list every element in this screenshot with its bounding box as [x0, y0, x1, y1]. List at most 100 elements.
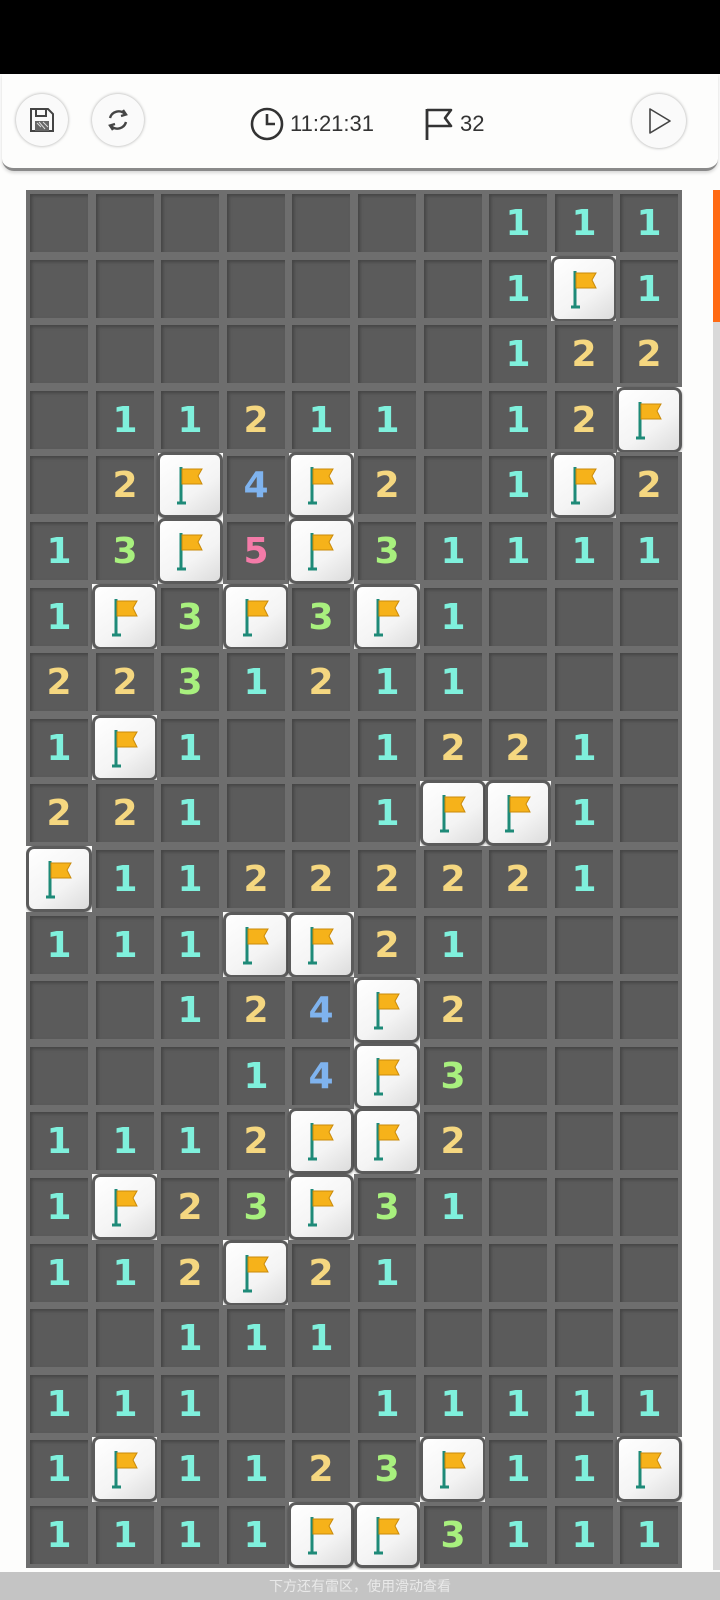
number-cell[interactable]: 3	[157, 584, 223, 650]
number-cell[interactable]: 2	[420, 977, 486, 1043]
empty-cell[interactable]	[616, 584, 682, 650]
flagged-cell[interactable]	[157, 452, 223, 518]
number-cell[interactable]: 2	[26, 649, 92, 715]
number-cell[interactable]: 1	[92, 1502, 158, 1568]
empty-cell[interactable]	[354, 256, 420, 322]
flagged-cell[interactable]	[223, 912, 289, 978]
empty-cell[interactable]	[616, 1174, 682, 1240]
number-cell[interactable]: 3	[157, 649, 223, 715]
empty-cell[interactable]	[26, 1043, 92, 1109]
flagged-cell[interactable]	[288, 1502, 354, 1568]
empty-cell[interactable]	[26, 190, 92, 256]
empty-cell[interactable]	[551, 912, 617, 978]
number-cell[interactable]: 1	[157, 387, 223, 453]
number-cell[interactable]: 1	[551, 518, 617, 584]
empty-cell[interactable]	[616, 1043, 682, 1109]
empty-cell[interactable]	[26, 387, 92, 453]
empty-cell[interactable]	[223, 321, 289, 387]
empty-cell[interactable]	[551, 1305, 617, 1371]
number-cell[interactable]: 1	[551, 190, 617, 256]
number-cell[interactable]: 3	[223, 1174, 289, 1240]
number-cell[interactable]: 1	[92, 1108, 158, 1174]
flagged-cell[interactable]	[288, 1108, 354, 1174]
number-cell[interactable]: 1	[157, 846, 223, 912]
empty-cell[interactable]	[354, 190, 420, 256]
number-cell[interactable]: 1	[223, 649, 289, 715]
number-cell[interactable]: 1	[485, 452, 551, 518]
empty-cell[interactable]	[420, 256, 486, 322]
empty-cell[interactable]	[485, 912, 551, 978]
number-cell[interactable]: 1	[420, 518, 486, 584]
number-cell[interactable]: 1	[420, 912, 486, 978]
number-cell[interactable]: 1	[485, 1371, 551, 1437]
number-cell[interactable]: 1	[551, 846, 617, 912]
number-cell[interactable]: 3	[354, 1436, 420, 1502]
number-cell[interactable]: 2	[92, 780, 158, 846]
flagged-cell[interactable]	[616, 1436, 682, 1502]
number-cell[interactable]: 1	[551, 1371, 617, 1437]
empty-cell[interactable]	[354, 321, 420, 387]
number-cell[interactable]: 1	[157, 1436, 223, 1502]
number-cell[interactable]: 2	[288, 649, 354, 715]
empty-cell[interactable]	[354, 1305, 420, 1371]
empty-cell[interactable]	[420, 190, 486, 256]
number-cell[interactable]: 1	[485, 256, 551, 322]
number-cell[interactable]: 2	[420, 1108, 486, 1174]
number-cell[interactable]: 1	[616, 1502, 682, 1568]
number-cell[interactable]: 2	[354, 452, 420, 518]
flagged-cell[interactable]	[92, 1174, 158, 1240]
number-cell[interactable]: 2	[288, 1436, 354, 1502]
number-cell[interactable]: 1	[354, 1371, 420, 1437]
number-cell[interactable]: 2	[92, 452, 158, 518]
empty-cell[interactable]	[616, 1108, 682, 1174]
empty-cell[interactable]	[420, 1240, 486, 1306]
number-cell[interactable]: 1	[26, 1108, 92, 1174]
number-cell[interactable]: 1	[485, 1502, 551, 1568]
empty-cell[interactable]	[288, 715, 354, 781]
number-cell[interactable]: 2	[551, 321, 617, 387]
number-cell[interactable]: 1	[485, 321, 551, 387]
number-cell[interactable]: 5	[223, 518, 289, 584]
empty-cell[interactable]	[616, 649, 682, 715]
empty-cell[interactable]	[485, 649, 551, 715]
empty-cell[interactable]	[223, 256, 289, 322]
number-cell[interactable]: 1	[288, 1305, 354, 1371]
number-cell[interactable]: 1	[26, 1371, 92, 1437]
empty-cell[interactable]	[26, 977, 92, 1043]
empty-cell[interactable]	[26, 452, 92, 518]
number-cell[interactable]: 1	[354, 780, 420, 846]
empty-cell[interactable]	[157, 190, 223, 256]
flagged-cell[interactable]	[92, 715, 158, 781]
number-cell[interactable]: 2	[420, 715, 486, 781]
empty-cell[interactable]	[157, 256, 223, 322]
empty-cell[interactable]	[485, 1174, 551, 1240]
scrollbar-track[interactable]	[713, 190, 720, 1570]
empty-cell[interactable]	[485, 1043, 551, 1109]
number-cell[interactable]: 1	[551, 1436, 617, 1502]
number-cell[interactable]: 1	[354, 649, 420, 715]
flagged-cell[interactable]	[288, 912, 354, 978]
empty-cell[interactable]	[92, 1043, 158, 1109]
number-cell[interactable]: 1	[157, 912, 223, 978]
flagged-cell[interactable]	[288, 1174, 354, 1240]
number-cell[interactable]: 1	[616, 256, 682, 322]
number-cell[interactable]: 2	[92, 649, 158, 715]
number-cell[interactable]: 3	[420, 1043, 486, 1109]
flagged-cell[interactable]	[420, 1436, 486, 1502]
empty-cell[interactable]	[157, 1043, 223, 1109]
number-cell[interactable]: 1	[92, 912, 158, 978]
number-cell[interactable]: 1	[551, 780, 617, 846]
empty-cell[interactable]	[288, 190, 354, 256]
number-cell[interactable]: 1	[616, 1371, 682, 1437]
number-cell[interactable]: 2	[288, 1240, 354, 1306]
empty-cell[interactable]	[551, 977, 617, 1043]
number-cell[interactable]: 1	[92, 387, 158, 453]
number-cell[interactable]: 1	[420, 1174, 486, 1240]
number-cell[interactable]: 1	[616, 518, 682, 584]
number-cell[interactable]: 2	[288, 846, 354, 912]
number-cell[interactable]: 4	[288, 1043, 354, 1109]
empty-cell[interactable]	[551, 1043, 617, 1109]
number-cell[interactable]: 1	[485, 190, 551, 256]
empty-cell[interactable]	[616, 977, 682, 1043]
number-cell[interactable]: 3	[354, 518, 420, 584]
